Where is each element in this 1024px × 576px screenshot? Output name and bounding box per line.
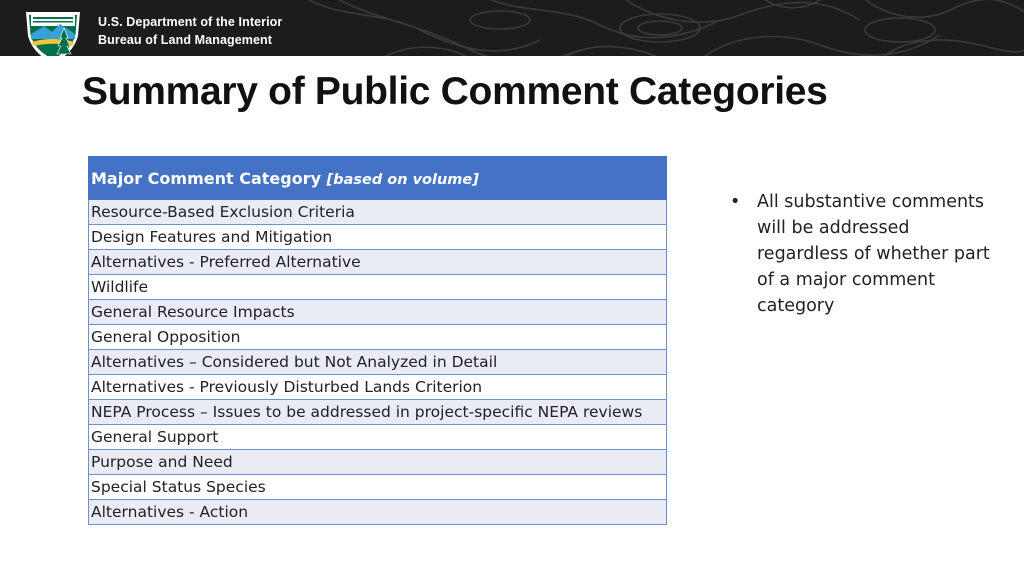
table-cell: Alternatives - Preferred Alternative <box>88 249 667 275</box>
comment-category-table: Major Comment Category [based on volume]… <box>88 156 667 525</box>
table-row: Alternatives - Previously Disturbed Land… <box>88 374 667 400</box>
table-cell: Alternatives – Considered but Not Analyz… <box>88 349 667 375</box>
table-cell: Alternatives - Previously Disturbed Land… <box>88 374 667 400</box>
table-header-label: Major Comment Category <box>91 168 321 188</box>
table-cell: General Support <box>88 424 667 450</box>
table-header-row: Major Comment Category [based on volume] <box>88 156 667 200</box>
table-cell: General Opposition <box>88 324 667 350</box>
table-row: Purpose and Need <box>88 449 667 475</box>
table-cell: Resource-Based Exclusion Criteria <box>88 199 667 225</box>
table-cell: General Resource Impacts <box>88 299 667 325</box>
table-row: Special Status Species <box>88 474 667 500</box>
side-note: • All substantive comments will be addre… <box>730 189 990 319</box>
table-cell: Design Features and Mitigation <box>88 224 667 250</box>
table-row: Design Features and Mitigation <box>88 224 667 250</box>
table-cell: Special Status Species <box>88 474 667 500</box>
table-row: NEPA Process – Issues to be addressed in… <box>88 399 667 425</box>
table-row: General Resource Impacts <box>88 299 667 325</box>
blm-shield-logo-icon <box>26 12 80 56</box>
table-row: General Support <box>88 424 667 450</box>
table-cell: NEPA Process – Issues to be addressed in… <box>88 399 667 425</box>
agency-department: U.S. Department of the Interior <box>98 15 283 29</box>
page-title: Summary of Public Comment Categories <box>82 70 828 113</box>
bullet-icon: • <box>730 192 741 212</box>
table-cell: Purpose and Need <box>88 449 667 475</box>
side-note-text: All substantive comments will be address… <box>757 192 990 316</box>
table-cell: Alternatives - Action <box>88 499 667 525</box>
table-cell: Wildlife <box>88 274 667 300</box>
table-row: Alternatives - Preferred Alternative <box>88 249 667 275</box>
agency-bureau: Bureau of Land Management <box>98 33 273 47</box>
header-bar: U.S. Department of the Interior Bureau o… <box>0 0 1024 56</box>
agency-name: U.S. Department of the Interior Bureau o… <box>98 13 282 49</box>
table-row: Wildlife <box>88 274 667 300</box>
table-row: Alternatives - Action <box>88 499 667 525</box>
table-header-cell: Major Comment Category [based on volume] <box>88 156 667 200</box>
table-row: General Opposition <box>88 324 667 350</box>
table-row: Resource-Based Exclusion Criteria <box>88 199 667 225</box>
table-header-note: [based on volume] <box>326 171 479 188</box>
table-row: Alternatives – Considered but Not Analyz… <box>88 349 667 375</box>
